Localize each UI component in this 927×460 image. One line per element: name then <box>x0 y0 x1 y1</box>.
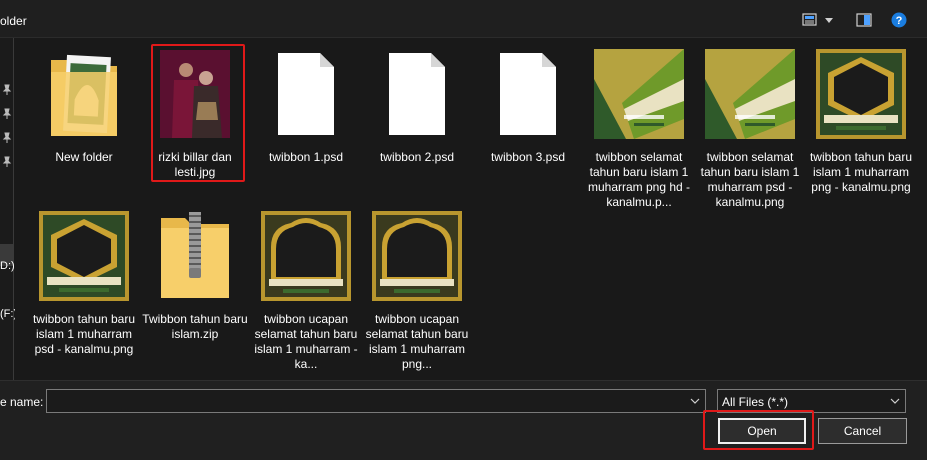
preview-pane-button[interactable] <box>855 11 873 29</box>
file-name-input[interactable] <box>46 389 706 413</box>
file-item-new-folder[interactable]: New folder <box>29 46 139 176</box>
file-type-value: All Files (*.*) <box>722 395 789 409</box>
pin-icon <box>2 156 12 167</box>
navigation-pane[interactable]: D:) (F:) <box>0 38 17 380</box>
file-item-twibbon-tahun-baru-psd[interactable]: twibbon tahun baru islam 1 muharram psd … <box>29 208 139 368</box>
file-name: twibbon selamat tahun baru islam 1 muhar… <box>587 150 691 209</box>
file-item-twibbon-png-hd[interactable]: twibbon selamat tahun baru islam 1 muhar… <box>584 46 694 209</box>
image-thumbnail <box>594 49 684 139</box>
preview-pane-icon <box>856 13 872 27</box>
file-name: twibbon 2.psd <box>379 150 455 164</box>
file-name: twibbon selamat tahun baru islam 1 muhar… <box>700 150 800 209</box>
cancel-button[interactable]: Cancel <box>818 418 907 444</box>
file-name: twibbon 1.psd <box>268 150 344 164</box>
selection-highlight <box>151 44 245 182</box>
image-thumbnail <box>816 49 906 139</box>
image-thumbnail <box>372 211 462 301</box>
file-name: twibbon tahun baru islam 1 muharram png … <box>809 150 913 194</box>
file-name: twibbon ucapan selamat tahun baru islam … <box>254 312 358 371</box>
file-item-twibbon-zip[interactable]: Twibbon tahun baru islam.zip <box>140 208 250 341</box>
file-item-twibbon-3[interactable]: twibbon 3.psd <box>473 46 583 176</box>
pin-icon <box>2 132 12 143</box>
file-item-twibbon-ucapan-png[interactable]: twibbon ucapan selamat tahun baru islam … <box>362 208 472 371</box>
image-thumbnail <box>705 49 795 139</box>
file-name: twibbon 3.psd <box>490 150 566 164</box>
open-highlight <box>703 410 814 450</box>
blank-file-icon <box>389 53 445 135</box>
blank-file-icon <box>278 53 334 135</box>
file-item-twibbon-psd-kanalmu[interactable]: twibbon selamat tahun baru islam 1 muhar… <box>695 46 805 209</box>
blank-file-icon <box>500 53 556 135</box>
pin-icon <box>2 108 12 119</box>
image-thumbnail <box>39 211 129 301</box>
file-name: Twibbon tahun baru islam.zip <box>142 312 248 341</box>
file-item-twibbon-ucapan-ka[interactable]: twibbon ucapan selamat tahun baru islam … <box>251 208 361 371</box>
folder-icon <box>51 54 117 136</box>
view-details-icon <box>802 13 833 26</box>
chevron-down-icon[interactable] <box>889 394 901 408</box>
file-name: twibbon tahun baru islam 1 muharram psd … <box>32 312 136 356</box>
pin-icon <box>2 84 12 95</box>
help-icon: ? <box>891 12 907 28</box>
file-item-twibbon-2[interactable]: twibbon 2.psd <box>362 46 472 176</box>
nav-drive-d[interactable]: D:) <box>0 260 15 272</box>
window-title: older <box>0 14 27 28</box>
chevron-down-icon[interactable] <box>689 394 701 408</box>
dialog-footer: e name: All Files (*.*) Open Cancel <box>0 380 927 460</box>
zip-folder-icon <box>161 212 229 298</box>
file-item-twibbon-tahun-baru-png[interactable]: twibbon tahun baru islam 1 muharram png … <box>806 46 916 206</box>
image-thumbnail <box>261 211 351 301</box>
file-name-label: e name: <box>0 395 44 409</box>
change-view-button[interactable] <box>801 11 837 29</box>
file-list[interactable]: New folder rizki billar dan lesti.jpg tw… <box>15 38 927 380</box>
title-bar: older ? <box>0 0 927 38</box>
file-name: New folder <box>55 150 113 164</box>
svg-text:?: ? <box>896 15 903 27</box>
file-name: twibbon ucapan selamat tahun baru islam … <box>365 312 469 371</box>
file-item-twibbon-1[interactable]: twibbon 1.psd <box>251 46 361 176</box>
help-button[interactable]: ? <box>890 11 908 29</box>
